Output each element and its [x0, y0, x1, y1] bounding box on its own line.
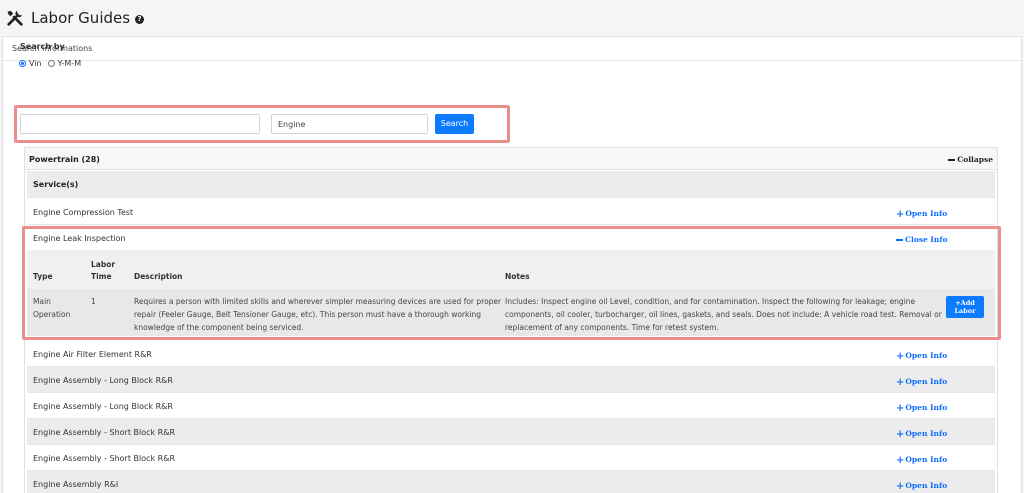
group-header: Powertrain (28) Collapse [25, 148, 997, 170]
page-title: Labor Guides [31, 9, 131, 27]
card-title: Search informations [3, 37, 1021, 61]
radio-ymm[interactable] [47, 60, 55, 67]
radio-vin[interactable] [19, 60, 26, 67]
open-info-button[interactable]: +Open Info [896, 455, 947, 466]
plus-icon: + [896, 455, 905, 466]
search-button[interactable]: Search [435, 114, 474, 134]
search-by-label: Search by [20, 42, 65, 51]
open-info-button[interactable]: +Open Info [896, 481, 947, 492]
list-item: Engine Compression Test +Open Info [27, 199, 995, 225]
open-info-button[interactable]: +Open Info [896, 209, 947, 220]
vin-input[interactable] [20, 114, 260, 134]
radio-vin-label[interactable]: Vin [29, 59, 42, 68]
list-item: Engine Assembly R&I +Open Info [27, 471, 995, 493]
search-term-input[interactable]: Engine [271, 114, 428, 134]
open-info-button[interactable]: +Open Info [896, 429, 947, 440]
help-icon[interactable]: ? [135, 14, 145, 24]
detail-highlight-box [22, 226, 1001, 340]
search-mode-radios: Vin Y-M-M [19, 59, 87, 68]
list-item: Engine Air Filter Element R&R +Open Info [27, 341, 995, 367]
open-info-button[interactable]: +Open Info [896, 403, 947, 414]
plus-icon: + [896, 481, 905, 492]
open-info-button[interactable]: +Open Info [896, 351, 947, 362]
list-item: Engine Assembly - Short Block R&R +Open … [27, 419, 995, 445]
radio-ymm-label[interactable]: Y-M-M [58, 59, 82, 68]
minus-icon [948, 159, 956, 161]
plus-icon: + [896, 429, 905, 440]
services-header: Service(s) [27, 171, 995, 198]
tools-icon [7, 10, 23, 26]
page-header: Labor Guides ? [0, 0, 1024, 36]
list-item: Engine Assembly - Short Block R&R +Open … [27, 445, 995, 471]
plus-icon: + [896, 351, 905, 362]
list-item: Engine Assembly - Long Block R&R +Open I… [27, 393, 995, 419]
group-title: Powertrain (28) [29, 155, 100, 164]
plus-icon: + [896, 377, 905, 388]
list-item: Engine Assembly - Long Block R&R +Open I… [27, 367, 995, 393]
plus-icon: + [896, 209, 905, 220]
collapse-button[interactable]: Collapse [948, 155, 993, 164]
plus-icon: + [896, 403, 905, 414]
open-info-button[interactable]: +Open Info [896, 377, 947, 388]
